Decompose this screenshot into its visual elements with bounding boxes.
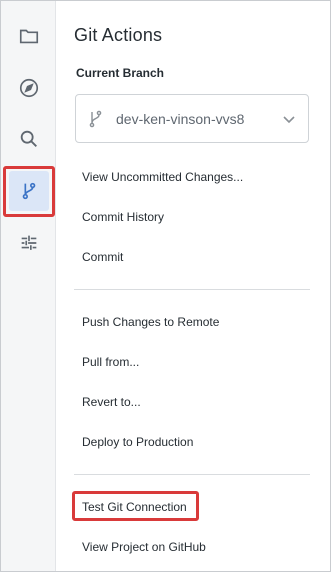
rail-item-git[interactable] <box>9 171 49 211</box>
chevron-down-icon <box>283 116 295 124</box>
icon-rail <box>1 1 56 571</box>
search-icon <box>20 130 37 147</box>
menu-view-uncommitted[interactable]: View Uncommitted Changes... <box>82 170 243 184</box>
git-branch-icon <box>89 110 102 128</box>
rail-item-files[interactable] <box>9 16 49 56</box>
compass-icon <box>19 78 39 98</box>
menu-test-git-connection[interactable]: Test Git Connection <box>82 500 187 514</box>
menu-commit[interactable]: Commit <box>82 250 123 264</box>
menu-push-changes[interactable]: Push Changes to Remote <box>82 315 219 329</box>
branch-select[interactable]: dev-ken-vinson-vvs8 <box>75 94 309 143</box>
current-branch-label: Current Branch <box>76 66 165 80</box>
divider <box>74 289 310 290</box>
panel-title: Git Actions <box>74 25 163 45</box>
menu-pull-from[interactable]: Pull from... <box>82 355 139 369</box>
git-actions-panel: Git Actions Current Branch dev-ken-vinso… <box>57 1 330 571</box>
menu-view-on-github[interactable]: View Project on GitHub <box>82 540 206 554</box>
folder-icon <box>19 29 39 44</box>
menu-deploy-production[interactable]: Deploy to Production <box>82 435 193 449</box>
rail-item-search[interactable] <box>9 119 49 159</box>
rail-item-settings[interactable] <box>9 223 49 263</box>
branch-name: dev-ken-vinson-vvs8 <box>116 111 245 127</box>
sliders-icon <box>21 235 37 250</box>
git-branch-icon <box>22 182 36 200</box>
divider <box>74 474 310 475</box>
menu-commit-history[interactable]: Commit History <box>82 210 164 224</box>
menu-revert-to[interactable]: Revert to... <box>82 395 141 409</box>
git-actions-window: Git Actions Current Branch dev-ken-vinso… <box>0 0 331 572</box>
rail-item-explore[interactable] <box>9 68 49 108</box>
